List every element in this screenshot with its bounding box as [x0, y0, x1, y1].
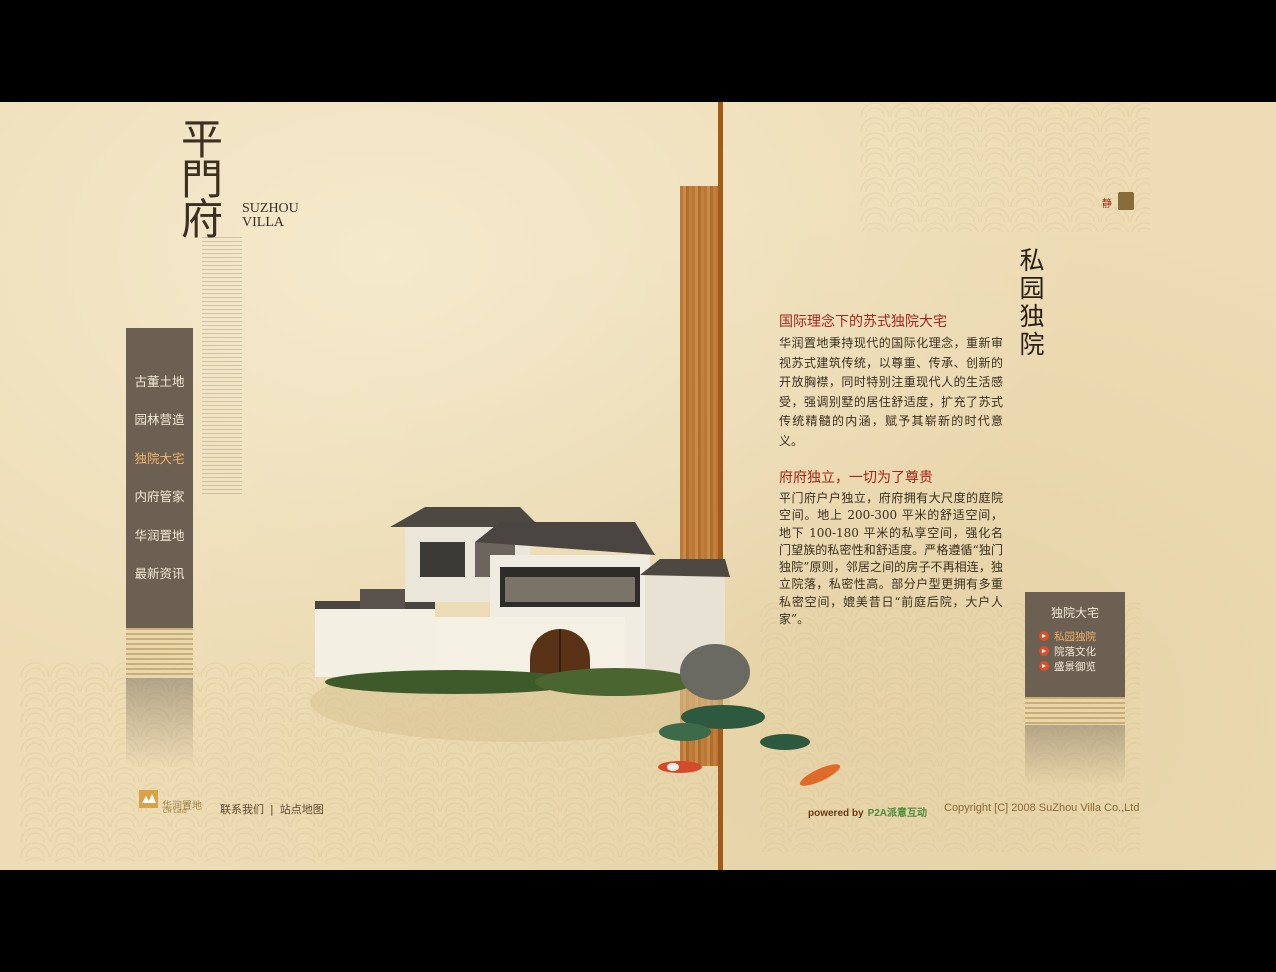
page-title: 私园独院 [1019, 246, 1045, 359]
logo-english-line2: VILLA [242, 215, 284, 230]
arrow-right-icon [1039, 661, 1049, 671]
scroll-icon[interactable] [1118, 192, 1134, 210]
sitemap-link[interactable]: 站点地图 [280, 803, 324, 816]
left-nav-wave-decoration [126, 628, 193, 678]
logo-english-line1: SUZHOU [242, 201, 299, 216]
footer-separator: | [270, 803, 274, 816]
sub-nav-title: 独院大宅 [1050, 606, 1099, 620]
sub-nav-item-label: 院落文化 [1054, 646, 1096, 658]
powered-by-label: powered by [808, 808, 864, 819]
sub-nav: 独院大宅 私园独院 院落文化 盛景御览 [1025, 592, 1125, 697]
powered-by-company-link[interactable]: P2A派意互动 [868, 808, 927, 819]
sub-nav-item-private-garden[interactable]: 私园独院 [1039, 629, 1096, 644]
sub-nav-item-label: 私园独院 [1054, 631, 1096, 643]
page-stage: 平門府 SUZHOU VILLA 古董土地 园林营造 独院大宅 内府管家 华润置… [0, 102, 1276, 870]
nav-item-garden-building[interactable]: 园林营造 [126, 409, 193, 428]
decorative-text-column [202, 234, 242, 494]
sub-nav-item-label: 盛景御览 [1054, 661, 1096, 673]
copyright-text: Copyright [C] 2008 SuZhou Villa Co.,Ltd [944, 802, 1140, 814]
arrow-right-icon [1039, 631, 1049, 641]
section2-heading: 府府独立，一切为了尊贵 [779, 470, 933, 486]
nav-item-courtyard-mansion[interactable]: 独院大宅 [126, 448, 193, 467]
logo-chinese[interactable]: 平門府 [165, 119, 237, 241]
powered-by: powered by P2A派意互动 [808, 804, 927, 819]
brand-name-en: CR Land [163, 809, 187, 815]
sub-nav-wave-decoration [1025, 697, 1125, 725]
nav-item-cr-land[interactable]: 华润置地 [126, 525, 193, 544]
nav-item-news[interactable]: 最新资讯 [126, 563, 193, 582]
arrow-right-icon [1039, 646, 1049, 656]
left-nav: 古董土地 园林营造 独院大宅 内府管家 华润置地 最新资讯 [126, 328, 193, 628]
section2-body: 平门府户户独立，府府拥有大尺度的庭院空间。地上 200-300 平米的舒适空间，… [779, 491, 1003, 627]
nav-item-antique-land[interactable]: 古董土地 [126, 371, 193, 390]
sub-nav-item-courtyard-culture[interactable]: 院落文化 [1039, 644, 1096, 659]
lily-pads-and-koi [658, 705, 841, 786]
section1-heading: 国际理念下的苏式独院大宅 [779, 314, 947, 330]
cr-land-logo-icon[interactable] [139, 790, 158, 808]
music-toggle-label[interactable]: 静 [1102, 195, 1112, 210]
sub-nav-item-scenery[interactable]: 盛景御览 [1039, 659, 1096, 674]
sub-nav-reflection [1025, 725, 1125, 785]
footer-links: 联系我们 | 站点地图 [220, 801, 324, 817]
section1-body: 华润置地秉持现代的国际化理念，重新审视苏式建筑传统，以尊重、传承、创新的开放胸襟… [779, 336, 1003, 448]
wave-pattern-top-right [860, 102, 1150, 232]
contact-link[interactable]: 联系我们 [220, 803, 264, 816]
nav-item-butler[interactable]: 内府管家 [126, 486, 193, 505]
logo-english[interactable]: SUZHOU VILLA [242, 202, 299, 230]
left-nav-reflection [126, 678, 193, 768]
